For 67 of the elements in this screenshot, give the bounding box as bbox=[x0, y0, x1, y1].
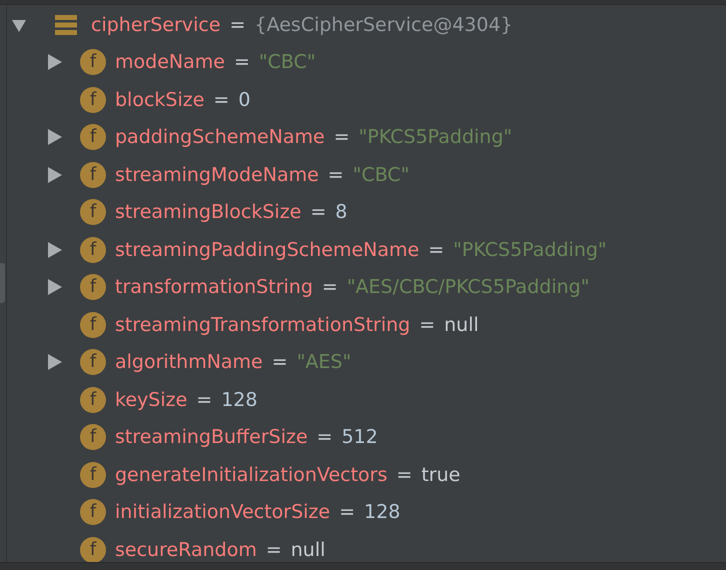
field-value: 128 bbox=[364, 501, 400, 524]
variable-value: {AesCipherService@4304} bbox=[254, 14, 513, 36]
equals-sign: = bbox=[230, 14, 246, 36]
field-value: "CBC" bbox=[258, 51, 316, 74]
field-value: true bbox=[421, 464, 460, 486]
field-name: paddingSchemeName bbox=[115, 126, 325, 148]
equals-sign: = bbox=[396, 464, 412, 486]
field-value: "AES/CBC/PKCS5Padding" bbox=[346, 276, 590, 298]
field-name: keySize bbox=[115, 388, 188, 411]
field-value: "AES" bbox=[296, 351, 352, 374]
expand-arrow-icon[interactable] bbox=[46, 129, 62, 146]
equals-sign: = bbox=[339, 501, 356, 524]
field-badge: f bbox=[80, 124, 106, 150]
field-name: transformationString bbox=[115, 276, 313, 298]
field-badge: f bbox=[80, 236, 106, 263]
stack-icon bbox=[55, 14, 77, 35]
field-value: 512 bbox=[342, 426, 378, 448]
equals-sign: = bbox=[322, 276, 338, 298]
field-name: initializationVectorSize bbox=[115, 501, 330, 524]
field-name: generateInitializationVectors bbox=[115, 464, 388, 486]
field-value: 8 bbox=[335, 201, 348, 224]
equals-sign: = bbox=[419, 314, 436, 336]
equals-sign: = bbox=[316, 426, 333, 448]
field-badge: f bbox=[80, 536, 106, 563]
field-badge: f bbox=[80, 424, 106, 450]
field-badge: f bbox=[80, 49, 106, 76]
field-badge: f bbox=[80, 386, 106, 413]
field-name: secureRandom bbox=[115, 538, 257, 561]
field-badge: f bbox=[80, 274, 106, 300]
equals-sign: = bbox=[234, 51, 250, 74]
field-name: modeName bbox=[115, 51, 225, 74]
equals-sign: = bbox=[328, 164, 344, 186]
field-badge: f bbox=[80, 199, 106, 226]
field-value: null bbox=[290, 538, 326, 561]
field-name: streamingTransformationString bbox=[115, 314, 410, 336]
field-value: "CBC" bbox=[352, 164, 410, 186]
field-name: algorithmName bbox=[115, 351, 263, 374]
equals-sign: = bbox=[334, 126, 350, 148]
equals-sign: = bbox=[272, 351, 288, 374]
field-badge: f bbox=[80, 349, 106, 376]
expand-arrow-icon[interactable] bbox=[46, 166, 62, 183]
equals-sign: = bbox=[213, 88, 230, 111]
field-value: 0 bbox=[238, 88, 250, 111]
field-name: streamingModeName bbox=[115, 164, 319, 186]
expand-arrow-icon[interactable] bbox=[46, 54, 62, 70]
field-value: "PKCS5Padding" bbox=[453, 238, 607, 261]
field-badge: f bbox=[80, 86, 106, 113]
expand-arrow-icon[interactable] bbox=[46, 354, 62, 370]
equals-sign: = bbox=[196, 388, 212, 411]
expand-arrow-icon[interactable] bbox=[46, 279, 62, 296]
scrollbar-thumb[interactable] bbox=[0, 263, 5, 303]
field-badge: f bbox=[80, 162, 106, 188]
field-name: blockSize bbox=[115, 88, 204, 111]
field-value: "PKCS5Padding" bbox=[358, 126, 512, 148]
field-name: streamingBufferSize bbox=[115, 426, 308, 448]
field-badge: f bbox=[80, 499, 106, 526]
field-value: null bbox=[444, 314, 479, 336]
expand-arrow-icon[interactable] bbox=[46, 242, 62, 258]
field-name: streamingPaddingSchemeName bbox=[115, 238, 420, 261]
field-name: streamingBlockSize bbox=[115, 201, 302, 224]
field-value: 128 bbox=[221, 388, 258, 411]
field-badge: f bbox=[80, 312, 106, 338]
equals-sign: = bbox=[428, 238, 444, 261]
variable-name: cipherService bbox=[91, 14, 221, 36]
equals-sign: = bbox=[310, 201, 326, 224]
equals-sign: = bbox=[266, 538, 282, 561]
field-badge: f bbox=[80, 462, 106, 488]
